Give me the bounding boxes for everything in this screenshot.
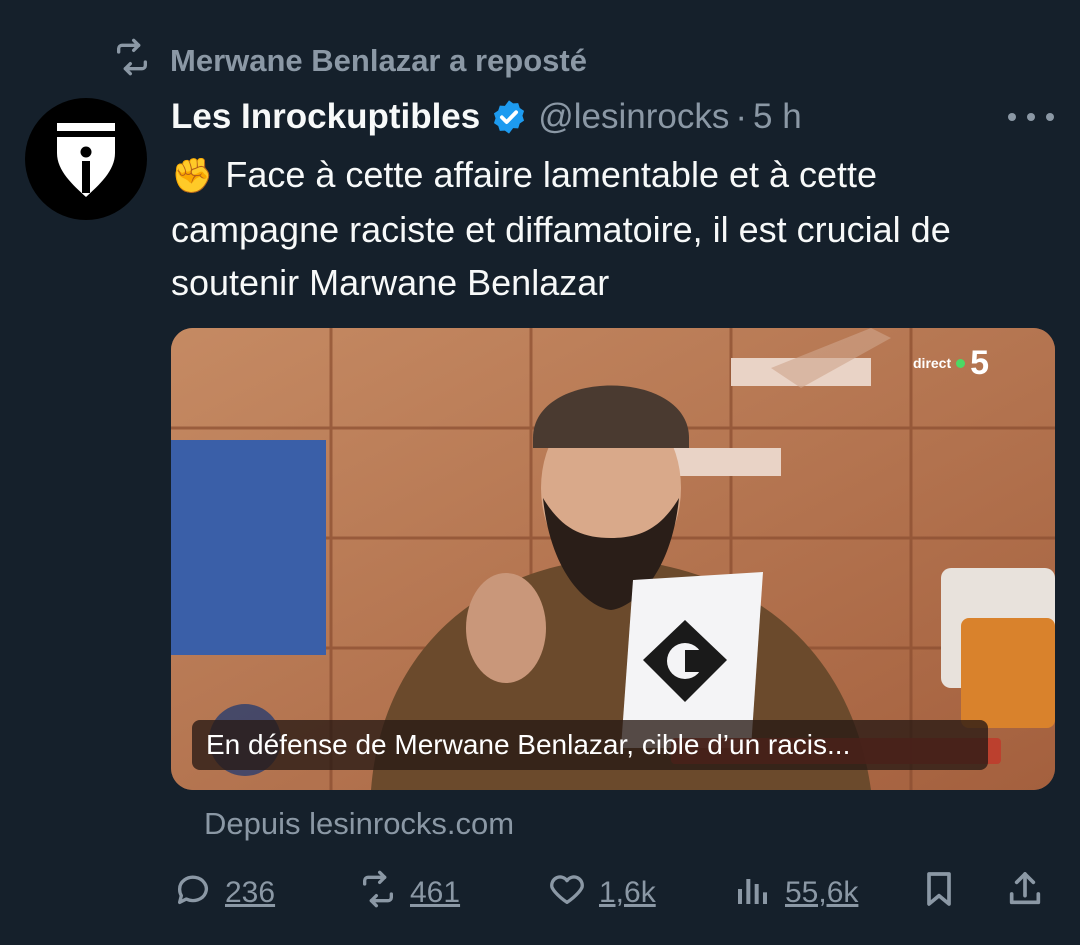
action-bar: 236 461 1,6k 55,6k — [171, 868, 1055, 918]
reply-icon — [173, 869, 213, 917]
like-button[interactable]: 1,6k — [547, 868, 656, 918]
heart-icon — [547, 869, 587, 917]
raised-fist-emoji: ✊ — [171, 157, 214, 195]
author-name[interactable]: Les Inrockuptibles — [171, 97, 480, 137]
channel-number: 5 — [970, 343, 990, 382]
like-count: 1,6k — [599, 876, 656, 909]
tweet-header: Les Inrockuptibles @lesinrocks · 5 h — [171, 94, 802, 140]
tweet-timestamp[interactable]: 5 h — [753, 97, 802, 137]
tweet-card[interactable]: Merwane Benlazar a reposté Les Inrockupt… — [0, 0, 1080, 945]
repost-count: 461 — [410, 876, 461, 909]
more-options-icon[interactable] — [1008, 112, 1054, 122]
pen-nib-logo — [57, 123, 115, 197]
repost-label: Merwane Benlazar a reposté — [170, 43, 587, 78]
link-source[interactable]: Depuis lesinrocks.com — [204, 806, 514, 842]
repost-button[interactable]: 461 — [358, 868, 460, 918]
repost-icon — [112, 37, 152, 85]
avatar[interactable] — [25, 98, 147, 220]
reply-count: 236 — [225, 876, 276, 909]
share-icon — [1005, 869, 1045, 917]
author-handle[interactable]: @lesinrocks — [538, 97, 729, 137]
tweet-text: ✊ Face à cette affaire lamentable et à ce… — [171, 148, 1051, 309]
views-count: 55,6k — [785, 876, 859, 909]
views-button[interactable]: 55,6k — [733, 868, 858, 918]
video-caption[interactable]: En défense de Merwane Benlazar, cible d’… — [192, 720, 988, 770]
bookmark-button[interactable] — [919, 868, 959, 918]
reply-button[interactable]: 236 — [173, 868, 275, 918]
tweet-body: Face à cette affaire lamentable et à cet… — [171, 154, 951, 303]
views-chart-icon — [733, 869, 773, 917]
channel-label: direct — [913, 355, 952, 371]
verified-badge-icon[interactable] — [490, 98, 528, 136]
channel-logo: direct 5 — [913, 343, 989, 383]
repost-indicator[interactable]: Merwane Benlazar a reposté — [112, 37, 587, 85]
repost-action-icon — [358, 869, 398, 917]
bookmark-icon — [919, 869, 959, 917]
share-button[interactable] — [1005, 868, 1045, 918]
live-dot-icon — [956, 358, 966, 368]
header-separator: · — [735, 97, 748, 136]
